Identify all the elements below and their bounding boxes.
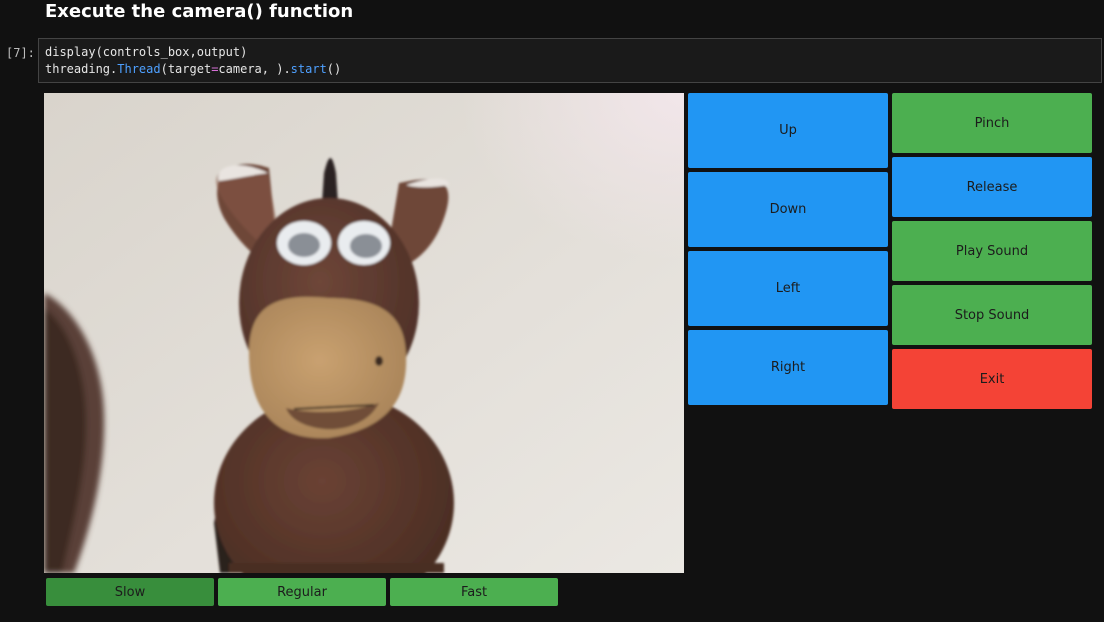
notebook-page: Execute the camera() function [7]: displ… <box>0 0 1104 622</box>
camera-feed <box>44 93 684 573</box>
up-button[interactable]: Up <box>688 93 888 168</box>
release-button[interactable]: Release <box>892 157 1092 217</box>
play-sound-button[interactable]: Play Sound <box>892 221 1092 281</box>
code-line-1: display(controls_box,output) <box>45 45 248 59</box>
right-button[interactable]: Right <box>688 330 888 405</box>
exit-button[interactable]: Exit <box>892 349 1092 409</box>
camera-image <box>44 93 684 573</box>
speed-fast-button[interactable]: Fast <box>390 578 558 606</box>
code-line-2: threading.Thread(target=camera, ).start(… <box>45 62 342 76</box>
left-button[interactable]: Left <box>688 251 888 326</box>
speed-slow-button[interactable]: Slow <box>46 578 214 606</box>
section-heading: Execute the camera() function <box>45 1 354 22</box>
speed-regular-button[interactable]: Regular <box>218 578 386 606</box>
code-cell[interactable]: display(controls_box,output) threading.T… <box>38 38 1102 83</box>
stop-sound-button[interactable]: Stop Sound <box>892 285 1092 345</box>
pinch-button[interactable]: Pinch <box>892 93 1092 153</box>
cell-prompt: [7]: <box>6 46 35 60</box>
down-button[interactable]: Down <box>688 172 888 247</box>
